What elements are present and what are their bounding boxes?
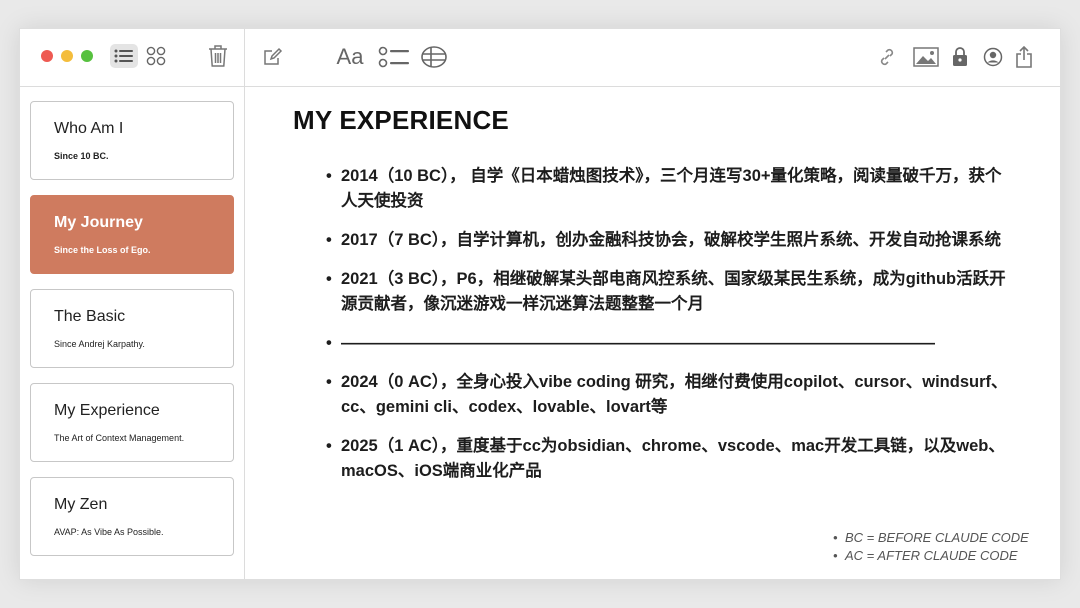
list-item: • 2017（7 BC），自学计算机，创办金融科技协会，破解校学生照片系统、开发…: [293, 228, 1013, 253]
note-body[interactable]: MY EXPERIENCE • 2014（10 BC）， 自学《日本蜡烛图技术》…: [293, 105, 1013, 498]
legend-item: • BC = BEFORE CLAUDE CODE: [833, 529, 1029, 547]
bullet: •: [326, 167, 332, 185]
list-item: • 2014（10 BC）， 自学《日本蜡烛图技术》，三个月连写30+量化策略，…: [293, 164, 1013, 214]
list-item-divider: • ————————————————————————————————————: [293, 331, 1013, 356]
note-card-title: Who Am I: [54, 120, 124, 137]
note-card-subtitle: The Art of Context Management.: [54, 433, 185, 443]
notes-window: Who Am I Since 10 BC. My Journey Since t…: [19, 28, 1061, 580]
bullet: •: [326, 334, 332, 352]
lock-icon[interactable]: [950, 45, 970, 69]
gallery-view-icon[interactable]: [144, 44, 168, 68]
list-item-text: ————————————————————————————————————: [341, 334, 935, 352]
note-card-title: My Journey: [54, 214, 143, 231]
list-view-icon[interactable]: [110, 44, 138, 68]
note-card-the-basic[interactable]: The Basic Since Andrej Karpathy.: [30, 289, 234, 368]
list-item-text: 2021（3 BC），P6，相继破解某头部电商风控系统、国家级某民生系统，成为g…: [341, 270, 1006, 313]
note-editor: Aa MY EXPERIENCE • 2014（10 BC）， 自学《日本蜡烛图…: [245, 29, 1060, 579]
link-icon[interactable]: [875, 45, 899, 69]
bullet: •: [326, 373, 332, 391]
bullet: •: [326, 270, 332, 288]
note-card-subtitle: Since the Loss of Ego.: [54, 245, 151, 255]
bullet: •: [833, 530, 838, 545]
note-card-subtitle: Since Andrej Karpathy.: [54, 339, 145, 349]
share-icon[interactable]: [1013, 45, 1035, 69]
list-item: • 2021（3 BC），P6，相继破解某头部电商风控系统、国家级某民生系统，成…: [293, 267, 1013, 317]
list-item-text: 2024（0 AC），全身心投入vibe coding 研究，相继付费使用cop…: [341, 373, 1008, 416]
list-item-text: 2025（1 AC），重度基于cc为obsidian、chrome、vscode…: [341, 437, 1005, 480]
close-window-button[interactable]: [41, 50, 53, 62]
bullet: •: [833, 548, 838, 563]
minimize-window-button[interactable]: [61, 50, 73, 62]
zoom-window-button[interactable]: [81, 50, 93, 62]
note-card-subtitle: Since 10 BC.: [54, 151, 109, 161]
sidebar: Who Am I Since 10 BC. My Journey Since t…: [20, 29, 245, 579]
trash-icon[interactable]: [206, 43, 230, 69]
note-card-my-experience[interactable]: My Experience The Art of Context Managem…: [30, 383, 234, 462]
note-card-title: The Basic: [54, 308, 126, 325]
list-item-text: 2014（10 BC）， 自学《日本蜡烛图技术》，三个月连写30+量化策略，阅读…: [341, 167, 1002, 210]
table-icon[interactable]: [419, 45, 449, 69]
format-text-button[interactable]: Aa: [333, 44, 367, 69]
list-item: • 2024（0 AC），全身心投入vibe coding 研究，相继付费使用c…: [293, 370, 1013, 420]
note-card-title: My Zen: [54, 496, 108, 513]
editor-toolbar: Aa: [245, 29, 1060, 87]
checklist-icon[interactable]: [377, 45, 411, 69]
media-icon[interactable]: [912, 45, 940, 69]
list-item-text: 2017（7 BC），自学计算机，创办金融科技协会，破解校学生照片系统、开发自动…: [341, 231, 1002, 249]
note-card-subtitle: AVAP: As Vibe As Possible.: [54, 527, 164, 537]
legend-item: • AC = AFTER CLAUDE CODE: [833, 547, 1029, 565]
bullet: •: [326, 437, 332, 455]
sidebar-toolbar: [20, 29, 244, 87]
list-item: • 2025（1 AC），重度基于cc为obsidian、chrome、vsco…: [293, 434, 1013, 484]
compose-icon[interactable]: [261, 45, 285, 69]
note-card-who-am-i[interactable]: Who Am I Since 10 BC.: [30, 101, 234, 180]
note-card-my-zen[interactable]: My Zen AVAP: As Vibe As Possible.: [30, 477, 234, 556]
experience-list: • 2014（10 BC）， 自学《日本蜡烛图技术》，三个月连写30+量化策略，…: [293, 164, 1013, 484]
note-title: MY EXPERIENCE: [293, 105, 509, 135]
abbreviation-legend: • BC = BEFORE CLAUDE CODE • AC = AFTER C…: [833, 529, 1029, 565]
legend-text: BC = BEFORE CLAUDE CODE: [845, 530, 1029, 545]
note-card-title: My Experience: [54, 402, 160, 419]
bullet: •: [326, 231, 332, 249]
note-card-my-journey[interactable]: My Journey Since the Loss of Ego.: [30, 195, 234, 274]
note-list: Who Am I Since 10 BC. My Journey Since t…: [30, 101, 234, 571]
legend-text: AC = AFTER CLAUDE CODE: [845, 548, 1018, 563]
collaborate-icon[interactable]: [981, 45, 1005, 69]
